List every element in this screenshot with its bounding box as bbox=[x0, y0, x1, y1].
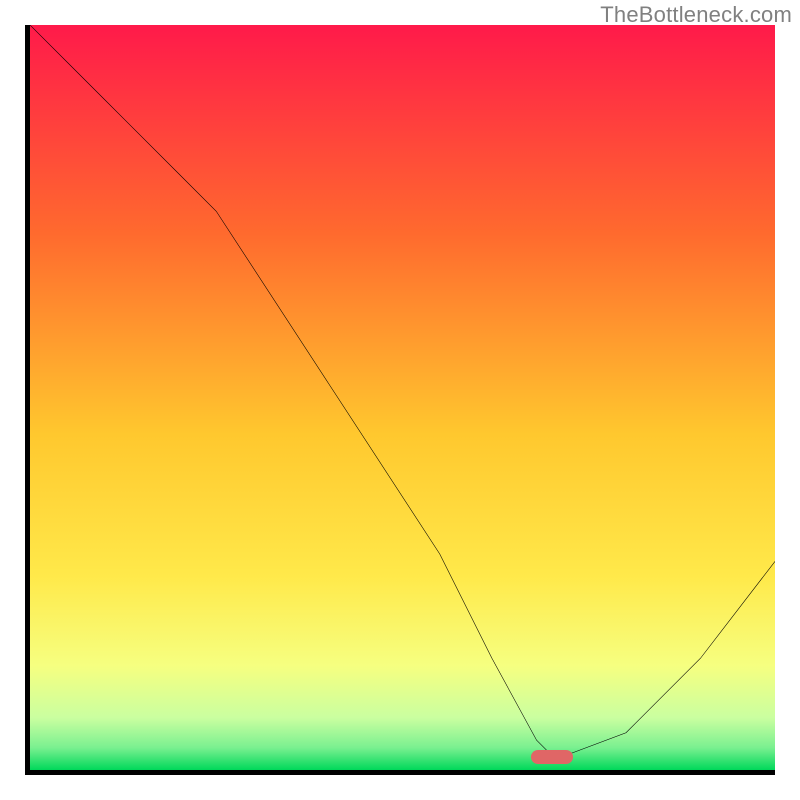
optimal-marker bbox=[531, 750, 573, 764]
plot-area bbox=[25, 25, 775, 775]
bottleneck-curve bbox=[30, 25, 775, 770]
watermark-text: TheBottleneck.com bbox=[600, 2, 792, 28]
chart-frame: TheBottleneck.com bbox=[0, 0, 800, 800]
